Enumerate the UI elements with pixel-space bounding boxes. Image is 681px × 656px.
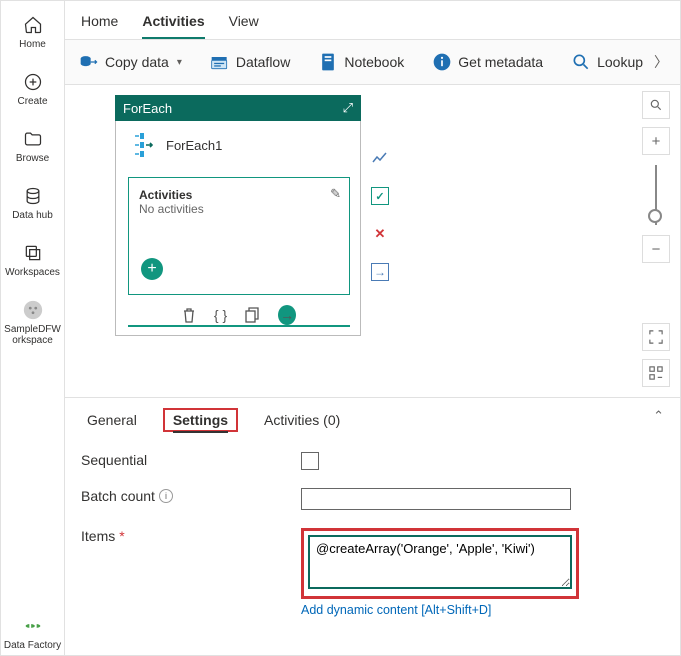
- sequential-checkbox[interactable]: [301, 452, 319, 470]
- datahub-icon: [21, 184, 45, 208]
- zoom-out-button[interactable]: −: [642, 235, 670, 263]
- zoom-thumb[interactable]: [648, 209, 662, 223]
- left-nav-rail: Home Create Browse Data hub Workspaces S…: [1, 1, 65, 655]
- rail-workspaces[interactable]: Workspaces: [3, 237, 63, 282]
- batch-count-row: Batch count i: [81, 488, 664, 510]
- lookup-label: Lookup: [597, 54, 643, 70]
- activities-subtitle: No activities: [139, 202, 339, 216]
- pipeline-canvas[interactable]: ForEach ⤢ ForEach1 Activities No activit…: [65, 85, 680, 398]
- plus-circle-icon: [21, 70, 45, 94]
- rail-sample-workspace[interactable]: SampleDFW orkspace: [3, 294, 63, 350]
- rail-home[interactable]: Home: [3, 9, 63, 54]
- foreach-header[interactable]: ForEach ⤢: [115, 95, 361, 121]
- getmetadata-label: Get metadata: [458, 54, 543, 70]
- workspaces-icon: [21, 241, 45, 265]
- info-icon: [432, 52, 452, 72]
- canvas-search-button[interactable]: [642, 91, 670, 119]
- dataflow-button[interactable]: Dataflow: [208, 48, 292, 76]
- search-icon: [571, 52, 591, 72]
- folder-icon: [21, 127, 45, 151]
- activities-toolbar: Copy data ▾ Dataflow Notebook Get metada…: [65, 40, 680, 85]
- rail-datafactory[interactable]: Data Factory: [3, 610, 63, 655]
- foreach-body: ForEach1 Activities No activities ✎ + { …: [115, 121, 361, 336]
- activities-title: Activities: [139, 188, 339, 202]
- zoom-slider[interactable]: [655, 165, 657, 225]
- items-highlight-box: [301, 528, 579, 599]
- items-textarea[interactable]: [308, 535, 572, 589]
- activity-action-bar: { } →: [128, 299, 350, 327]
- delete-icon[interactable]: [182, 305, 196, 325]
- rail-datahub[interactable]: Data hub: [3, 180, 63, 225]
- copy-data-button[interactable]: Copy data ▾: [77, 48, 184, 76]
- workspace-icon: [21, 298, 45, 322]
- panel-tab-settings[interactable]: Settings: [163, 408, 238, 432]
- properties-panel: General Settings Activities (0) ⌃ Sequen…: [65, 398, 680, 655]
- auto-align-button[interactable]: [642, 359, 670, 387]
- clone-icon[interactable]: [245, 305, 260, 325]
- lookup-button[interactable]: Lookup: [569, 48, 645, 76]
- rail-browse-label: Browse: [16, 153, 49, 164]
- notebook-label: Notebook: [344, 54, 404, 70]
- info-icon[interactable]: i: [159, 489, 173, 503]
- required-indicator: *: [119, 528, 124, 544]
- toolbar-scroll-right[interactable]: 〉: [648, 46, 674, 78]
- dataflow-label: Dataflow: [236, 54, 290, 70]
- rail-create[interactable]: Create: [3, 66, 63, 111]
- panel-tab-general[interactable]: General: [81, 408, 143, 432]
- foreach-type-label: ForEach: [123, 101, 172, 116]
- batch-count-input[interactable]: [301, 488, 571, 510]
- rail-create-label: Create: [17, 96, 47, 107]
- notebook-button[interactable]: Notebook: [316, 48, 406, 76]
- rail-df-label: Data Factory: [4, 640, 61, 651]
- batch-count-label: Batch count i: [81, 488, 301, 504]
- items-label: Items *: [81, 528, 301, 544]
- add-dynamic-content-link[interactable]: Add dynamic content [Alt+Shift+D]: [301, 603, 579, 617]
- rail-sample-label: SampleDFW orkspace: [4, 324, 61, 346]
- get-metadata-button[interactable]: Get metadata: [430, 48, 545, 76]
- dataflow-icon: [210, 52, 230, 72]
- metrics-icon[interactable]: [371, 149, 389, 167]
- add-activity-button[interactable]: +: [141, 258, 163, 280]
- fit-to-screen-button[interactable]: [642, 323, 670, 351]
- notebook-icon: [318, 52, 338, 72]
- panel-tabs: General Settings Activities (0): [81, 408, 664, 432]
- top-tabs: Home Activities View: [65, 1, 680, 40]
- rail-datahub-label: Data hub: [12, 210, 53, 221]
- rail-browse[interactable]: Browse: [3, 123, 63, 168]
- items-row: Items * Add dynamic content [Alt+Shift+D…: [81, 528, 664, 617]
- chevron-down-icon: ▾: [177, 57, 182, 68]
- tab-activities[interactable]: Activities: [142, 9, 204, 39]
- foreach-name: ForEach1: [166, 138, 222, 153]
- copy-data-label: Copy data: [105, 54, 169, 70]
- datafactory-icon: [21, 614, 45, 638]
- edit-icon[interactable]: ✎: [330, 186, 341, 202]
- foreach-activity[interactable]: ForEach ⤢ ForEach1 Activities No activit…: [115, 95, 361, 336]
- panel-tab-activities[interactable]: Activities (0): [258, 408, 346, 432]
- completion-handle-icon[interactable]: →: [371, 263, 389, 281]
- sequential-label: Sequential: [81, 452, 301, 468]
- foreach-icon: [134, 131, 156, 159]
- zoom-in-button[interactable]: +: [642, 127, 670, 155]
- canvas-view-controls: [642, 323, 670, 387]
- sequential-row: Sequential: [81, 452, 664, 470]
- activity-status-handles: ✓ ✕ →: [371, 149, 389, 281]
- tab-home[interactable]: Home: [81, 9, 118, 39]
- code-icon[interactable]: { }: [214, 305, 227, 325]
- expand-icon[interactable]: ⤢: [343, 100, 353, 116]
- copy-data-icon: [79, 52, 99, 72]
- home-icon: [21, 13, 45, 37]
- panel-collapse-icon[interactable]: ⌃: [653, 408, 664, 424]
- rail-workspaces-label: Workspaces: [5, 267, 60, 278]
- run-icon[interactable]: →: [278, 305, 296, 325]
- failure-handle-icon[interactable]: ✕: [371, 225, 389, 243]
- canvas-zoom-controls: + −: [642, 91, 670, 263]
- rail-home-label: Home: [19, 39, 46, 50]
- foreach-activities-box[interactable]: Activities No activities ✎ +: [128, 177, 350, 295]
- success-handle-icon[interactable]: ✓: [371, 187, 389, 205]
- tab-view[interactable]: View: [229, 9, 259, 39]
